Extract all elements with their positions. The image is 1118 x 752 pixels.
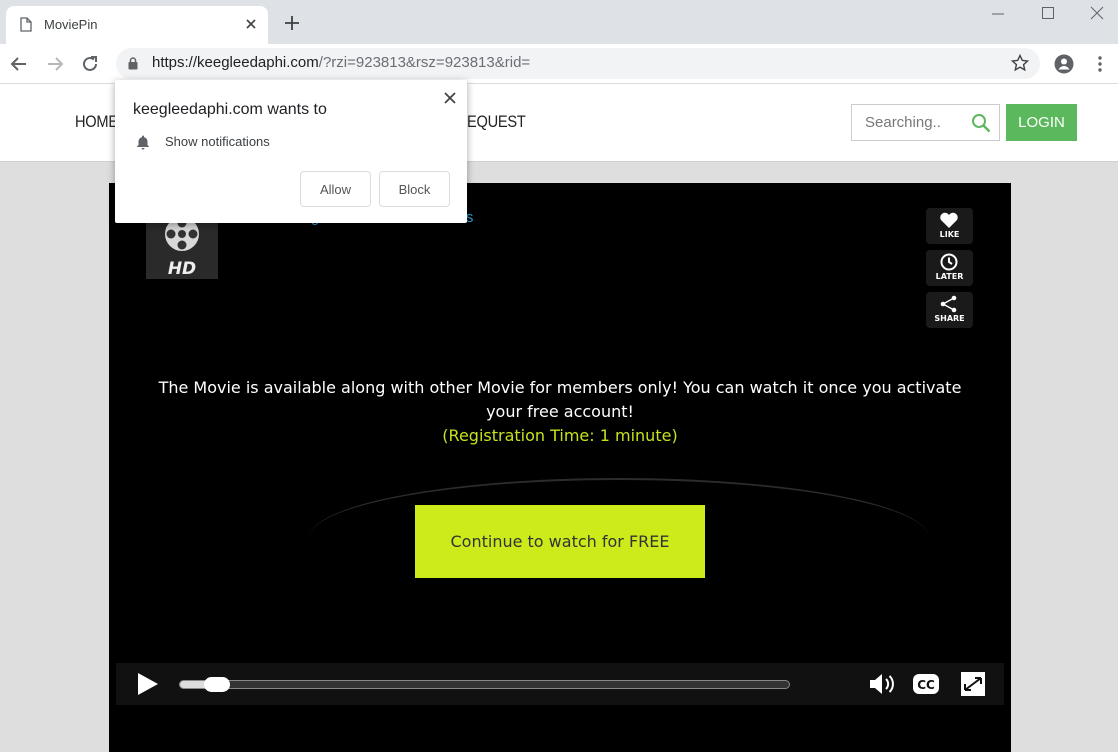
- volume-icon[interactable]: [868, 672, 896, 696]
- menu-kebab-icon[interactable]: [1091, 55, 1109, 73]
- nav-home[interactable]: HOME: [75, 112, 118, 132]
- address-bar[interactable]: https://keegleedaphi.com/?rzi=923813&rsz…: [116, 48, 1040, 79]
- watch-later-button[interactable]: LATER: [926, 250, 973, 286]
- permission-text: Show notifications: [165, 134, 270, 149]
- svg-text:HD: HD: [168, 259, 196, 279]
- heart-icon: [940, 212, 958, 228]
- video-player[interactable]: HD HD Streaming · Unlimited Downloads LI…: [109, 183, 1011, 752]
- progress-track[interactable]: [179, 677, 790, 692]
- browser-tab-strip: MoviePin: [0, 0, 1118, 44]
- search-box: [851, 104, 1000, 141]
- window-close-icon[interactable]: [1090, 6, 1104, 20]
- block-button[interactable]: Block: [379, 171, 450, 207]
- search-icon[interactable]: [971, 113, 991, 133]
- notification-permission-popup: keegleedaphi.com wants to Show notificat…: [115, 80, 467, 223]
- progress-knob[interactable]: [204, 677, 230, 692]
- profile-avatar-icon[interactable]: [1054, 54, 1074, 74]
- fullscreen-icon[interactable]: [959, 672, 987, 696]
- page-icon: [20, 17, 32, 32]
- maximize-icon[interactable]: [1041, 6, 1055, 20]
- continue-free-button[interactable]: Continue to watch for FREE: [415, 505, 705, 578]
- browser-toolbar: https://keegleedaphi.com/?rzi=923813&rsz…: [0, 44, 1118, 84]
- player-controls: CC: [116, 663, 1004, 705]
- url-text[interactable]: https://keegleedaphi.com/?rzi=923813&rsz…: [152, 54, 530, 71]
- tab-title: MoviePin: [44, 17, 98, 32]
- registration-time: (Registration Time: 1 minute): [442, 426, 678, 445]
- new-tab-icon[interactable]: [284, 15, 300, 31]
- browser-tab[interactable]: MoviePin: [6, 6, 268, 44]
- like-button[interactable]: LIKE: [926, 208, 973, 244]
- url-path: /?rzi=923813&rsz=923813&rid=: [318, 54, 531, 71]
- clock-icon: [940, 253, 958, 271]
- reload-icon[interactable]: [81, 55, 99, 73]
- svg-text:CC: CC: [917, 678, 935, 692]
- members-only-message: The Movie is available along with other …: [158, 378, 962, 421]
- lock-icon[interactable]: [128, 57, 138, 70]
- share-label: SHARE: [934, 314, 965, 323]
- bell-icon: [137, 135, 149, 150]
- nav-request[interactable]: EQUEST: [467, 112, 526, 132]
- later-label: LATER: [935, 272, 964, 281]
- closed-captions-icon[interactable]: CC: [912, 672, 940, 696]
- search-input[interactable]: [853, 106, 965, 139]
- bookmark-star-icon[interactable]: [1011, 54, 1029, 72]
- tab-close-icon[interactable]: [243, 16, 259, 32]
- back-icon[interactable]: [10, 55, 28, 73]
- share-button[interactable]: SHARE: [926, 292, 973, 328]
- minimize-icon[interactable]: [991, 6, 1005, 20]
- popup-title: keegleedaphi.com wants to: [133, 101, 327, 118]
- like-label: LIKE: [939, 230, 960, 239]
- play-icon[interactable]: [135, 672, 159, 696]
- share-icon: [940, 295, 957, 313]
- login-button[interactable]: LOGIN: [1006, 104, 1077, 141]
- url-host: https://keegleedaphi.com: [152, 54, 319, 71]
- allow-button[interactable]: Allow: [300, 171, 371, 207]
- popup-close-icon[interactable]: [443, 91, 457, 105]
- forward-icon[interactable]: [46, 55, 64, 73]
